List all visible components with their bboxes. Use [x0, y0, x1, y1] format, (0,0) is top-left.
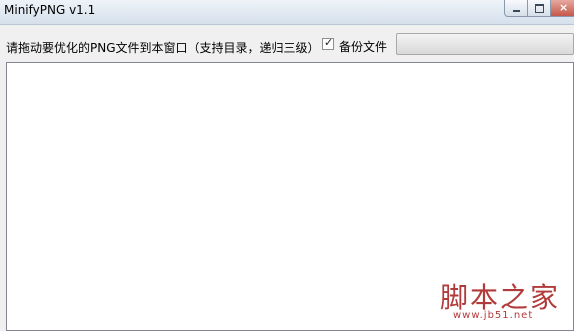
minimize-button[interactable] [504, 0, 528, 17]
window-title: MinifyPNG v1.1 [4, 3, 96, 17]
backup-checkbox-label[interactable]: 备份文件 [339, 38, 387, 55]
checkmark-icon: ✓ [324, 36, 334, 49]
close-icon: × [559, 1, 569, 14]
title-bar: MinifyPNG v1.1 × [0, 0, 574, 25]
close-button[interactable]: × [550, 0, 574, 17]
toolbar: 请拖动要优化的PNG文件到本窗口（支持目录，递归三级） ✓ 备份文件 [0, 25, 574, 61]
drop-instruction-label: 请拖动要优化的PNG文件到本窗口（支持目录，递归三级） [6, 41, 320, 55]
maximize-button[interactable] [527, 0, 551, 17]
watermark-url: www.jb51.net [453, 310, 534, 321]
progress-bar [396, 33, 574, 55]
maximize-icon [535, 4, 544, 13]
backup-checkbox[interactable]: ✓ [322, 36, 334, 50]
minimize-icon [513, 10, 520, 12]
